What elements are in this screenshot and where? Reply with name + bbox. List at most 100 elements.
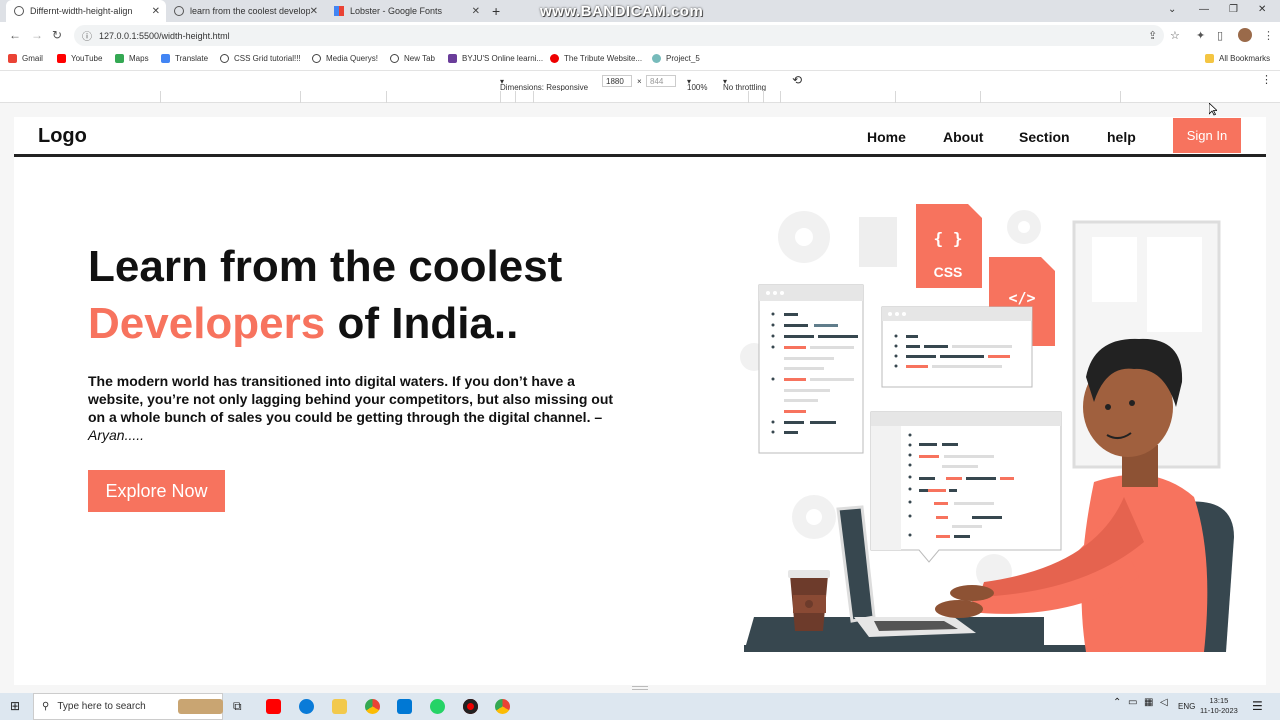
nav-home[interactable]: Home [867,129,906,145]
bookmark-tribute[interactable]: The Tribute Website... [550,54,642,63]
bookmark-new-tab[interactable]: New Tab [390,54,435,63]
globe-icon [14,6,24,16]
css-label: CSS [934,264,963,280]
rotate-icon[interactable]: ⟲ [792,73,802,87]
windows-start-icon[interactable]: ⊞ [10,699,20,713]
height-input[interactable]: 844 [646,75,676,87]
battery-icon[interactable]: ▭ [1128,697,1137,708]
bookmark-project5[interactable]: Project_5 [652,54,700,63]
nav-help[interactable]: help [1107,129,1136,145]
throttling-select[interactable]: No throttling ▾ [723,77,766,92]
whatsapp-icon[interactable] [430,699,445,714]
notifications-icon[interactable]: ☰ [1252,699,1263,713]
file-icon [859,217,897,267]
bookmark-css-grid[interactable]: CSS Grid tutorial!!! [220,54,301,63]
vscode-icon[interactable] [397,699,412,714]
device-toolbar: Dimensions: Responsive ▾ 1880 × 844 100%… [0,71,1280,92]
info-icon[interactable]: ⓘ [82,28,92,43]
network-icon[interactable]: ▦ [1144,697,1153,708]
close-icon[interactable]: ✕ [310,6,318,17]
bookmark-maps[interactable]: Maps [115,54,149,63]
nav-section[interactable]: Section [1019,129,1070,145]
site-logo[interactable]: Logo [38,125,87,148]
html-code-label: </> [1008,289,1035,307]
bookmark-label: All Bookmarks [1219,54,1271,63]
times-icon: × [637,77,642,86]
side-panel-icon[interactable]: ▯ [1217,29,1223,42]
maps-icon [115,54,124,63]
folder-icon [1205,54,1214,63]
css-file-icon: { } CSS [916,204,982,288]
tab-label: Lobster - Google Fonts [350,6,443,16]
resize-handle[interactable] [632,686,648,690]
zoom-select[interactable]: 100% ▾ [687,77,707,92]
bookmark-label: Project_5 [666,54,700,63]
code-window [881,306,1033,388]
forward-icon[interactable]: → [31,28,43,42]
record-icon[interactable] [463,699,478,714]
bookmarks-bar: Gmail YouTube Maps Translate CSS Grid tu… [0,49,1280,71]
web-page: Logo Home About Section help Sign In Lea… [14,117,1266,685]
code-window [758,284,864,454]
tab-width-height[interactable]: Differnt-width-height-align ✕ [6,0,166,22]
byjus-icon [448,54,457,63]
volume-icon[interactable]: ◁ [1160,697,1168,708]
youtube-icon[interactable] [266,699,281,714]
menu-icon[interactable]: ⋮ [1263,29,1274,42]
board-note [1092,237,1137,302]
share-icon[interactable]: ⇪ [1148,29,1157,42]
minimize-button[interactable]: — [1199,4,1209,15]
bookmark-label: YouTube [71,54,103,63]
restore-button[interactable]: ❐ [1229,4,1238,15]
tab-learn[interactable]: learn from the coolest develope ✕ [166,0,324,22]
task-view-icon[interactable]: ⧉ [233,699,242,714]
nav-about[interactable]: About [943,129,983,145]
search-highlight-icon[interactable] [178,699,223,714]
back-icon[interactable]: ← [9,28,21,42]
bookmark-media-querys[interactable]: Media Querys! [312,54,378,63]
google-fonts-icon [334,6,344,16]
taskbar-clock[interactable]: 13:15 11-10-2023 [1200,696,1238,716]
language-indicator[interactable]: ENG [1178,702,1195,711]
coffee-cup-icon [788,570,830,631]
sign-in-button[interactable]: Sign In [1173,118,1241,153]
bookmark-gmail[interactable]: Gmail [8,54,43,63]
bookmark-label: BYJU'S Online learni... [462,54,544,63]
translate-icon [161,54,170,63]
hero-title-accent: Developers [88,299,326,348]
star-icon[interactable]: ☆ [1170,29,1180,42]
new-tab-button[interactable]: + [492,3,500,19]
bookmark-byjus[interactable]: BYJU'S Online learni... [448,54,543,63]
file-explorer-icon[interactable] [332,699,347,714]
all-bookmarks[interactable]: All Bookmarks [1205,54,1270,63]
chevron-up-icon[interactable]: ⌃ [1113,697,1121,708]
avatar[interactable] [1238,28,1252,42]
close-icon[interactable]: ✕ [472,6,480,17]
chrome-icon[interactable] [495,699,510,714]
dimensions-select[interactable]: Dimensions: Responsive ▾ [500,77,588,92]
hero-description-text: The modern world has transitioned into d… [88,373,614,425]
width-input[interactable]: 1880 [602,75,632,87]
close-window-button[interactable]: ✕ [1258,4,1266,15]
bookmark-label: CSS Grid tutorial!!! [234,54,301,63]
extensions-icon[interactable]: ✦ [1196,29,1205,42]
watermark: www.BANDICAM.com [540,3,704,20]
hero-description: The modern world has transitioned into d… [88,372,618,444]
more-icon[interactable]: ⋮ [1261,73,1272,86]
explore-now-button[interactable]: Explore Now [88,470,225,512]
bookmark-translate[interactable]: Translate [161,54,208,63]
windows-taskbar: ⊞ ⚲ Type here to search ⧉ ⌃ ▭ ▦ ◁ ENG 13… [0,693,1280,720]
bookmark-label: Media Querys! [326,54,379,63]
edge-icon[interactable] [299,699,314,714]
tab-google-fonts[interactable]: Lobster - Google Fonts ✕ [326,0,486,22]
youtube-icon [57,54,66,63]
close-icon[interactable]: ✕ [152,6,160,17]
search-icon: ⚲ [42,701,50,712]
bookmark-youtube[interactable]: YouTube [57,54,102,63]
url-field[interactable]: ⓘ 127.0.0.1:5500/width-height.html [74,25,1164,46]
developer-illustration: { } CSS </> [740,204,1234,652]
reload-icon[interactable]: ↻ [52,28,62,42]
chevron-down-icon[interactable]: ⌄ [1168,4,1176,15]
bookmark-label: Translate [175,54,209,63]
chrome-icon[interactable] [365,699,380,714]
